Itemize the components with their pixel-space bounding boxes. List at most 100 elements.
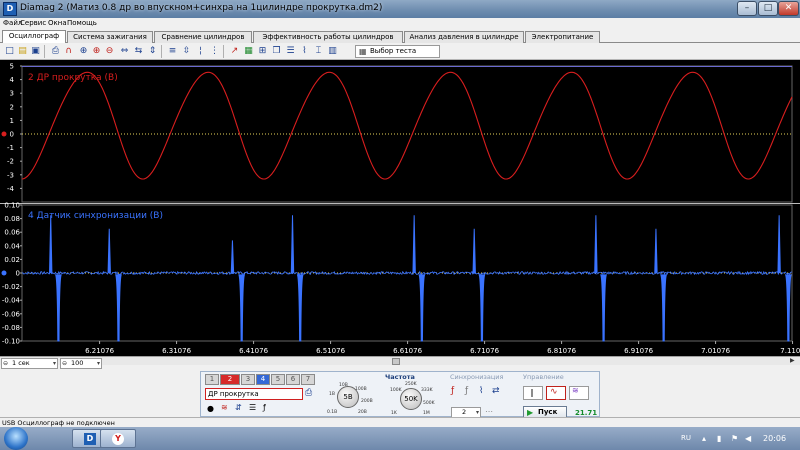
copy-icon[interactable]: ❐ [270, 45, 283, 58]
menu-help[interactable]: Помощь [67, 19, 97, 27]
y-tick-label: 0.04 [4, 242, 20, 250]
tab-pressure-analysis[interactable]: Анализ давления в цилиндре [404, 31, 524, 43]
frame-icon[interactable]: ▦ [242, 45, 255, 58]
flag-icon[interactable]: ⚑ [731, 434, 738, 443]
voltage-tick: 20В [358, 410, 367, 415]
new-file-icon[interactable]: □ [3, 45, 16, 58]
frequency-tick: 1K [391, 411, 397, 416]
grid-icon[interactable]: ⋮ [208, 45, 221, 58]
channel-7-button[interactable]: 7 [301, 374, 315, 385]
zoom-fit-icon[interactable]: ⊕ [77, 45, 90, 58]
channel-control-box: 1 2 3 4 5 6 7 ДР прокрутка ⎙ ● ≋ ⇵ ☰ ƒ 5… [200, 371, 600, 419]
y-tick-label: 4 [10, 76, 15, 84]
x-tick-label: 6.31076 [162, 347, 191, 355]
channel-1-button[interactable]: 1 [205, 374, 219, 385]
sync-edge-fall-icon[interactable]: ƒ [465, 386, 468, 396]
frequency-knob[interactable]: 50K [400, 388, 422, 410]
x-tick-label: 6.81076 [547, 347, 576, 355]
tray-chevron-icon[interactable]: ▴ [702, 434, 706, 443]
sync-channel-icon[interactable]: ⇄ [492, 386, 500, 396]
horizontal-scrollbar[interactable]: ◀ ▶ [0, 356, 800, 365]
y-tick-label: 2 [10, 103, 14, 111]
print-icon[interactable]: ⎙ [49, 45, 62, 58]
measure-icon[interactable]: ⌶ [312, 45, 325, 58]
zoom-in-icon[interactable]: ⊕ [90, 45, 103, 58]
sync-more-icon[interactable]: ⋯ [485, 407, 493, 416]
cursor-icon[interactable]: ⊞ [256, 45, 269, 58]
magnet-icon[interactable]: ∩ [62, 45, 75, 58]
expand-horizontal-icon[interactable]: ⇔ [118, 45, 131, 58]
x-tick-label: 6.71076 [470, 347, 499, 355]
tab-cylinder-efficiency[interactable]: Эффективность работы цилиндров [253, 31, 403, 43]
points-icon: ⊖ [62, 360, 68, 367]
expand-vertical-icon[interactable]: ⇕ [146, 45, 159, 58]
pause-icon: ‖ [530, 388, 534, 397]
scroll-thumb[interactable] [392, 358, 400, 365]
window-title: Diamag 2 (Матиз 0.8 др во впускном+синхр… [20, 3, 383, 13]
zero-marker-2 [1, 270, 7, 276]
language-indicator[interactable]: RU [681, 434, 691, 442]
start-menu-button[interactable] [4, 427, 28, 450]
scroll-right-icon[interactable]: ▶ [790, 357, 798, 365]
trend-icon[interactable]: ↗ [228, 45, 241, 58]
channel-2-button[interactable]: 2 [220, 374, 240, 385]
compress-vertical-icon[interactable]: ⇳ [180, 45, 193, 58]
y-tick-label: 3 [10, 90, 14, 98]
y-tick-label: 0.06 [4, 229, 20, 237]
oscilloscope-display[interactable]: 5 4 3 2 1 0 -1 -2 -3 -4 0.10 0.08 0.06 0.04 0.02 0 -0.02… [0, 60, 800, 356]
invert-icon[interactable]: ≋ [221, 403, 228, 412]
network-icon[interactable]: ▮ [717, 434, 721, 443]
ruler-icon[interactable]: ≡ [166, 45, 179, 58]
yandex-browser-icon: Y [112, 433, 124, 445]
minimize-button[interactable]: – [737, 1, 757, 16]
taskbar: D Y RU ▴ ▮ ⚑ ◀ 20:06 [0, 427, 800, 450]
channel-3-button[interactable]: 3 [241, 374, 255, 385]
channel-name-field[interactable]: ДР прокрутка [205, 388, 303, 400]
filter-icon[interactable]: ⇵ [235, 403, 242, 412]
tab-oscilloscope[interactable]: Осциллограф [2, 30, 66, 44]
probe-icon[interactable]: ● [207, 404, 214, 413]
menu-windows[interactable]: Окна [48, 19, 67, 27]
y-tick-label: -0.08 [2, 324, 20, 332]
sync-mode-icon[interactable]: ⌇ [479, 386, 483, 396]
save-channel-icon[interactable]: ⎙ [305, 388, 312, 398]
clock[interactable]: 20:06 [763, 434, 786, 443]
close-button[interactable]: ✕ [778, 1, 799, 16]
y-tick-label: 0.02 [4, 256, 20, 264]
positive-spike [290, 215, 295, 274]
channel-6-button[interactable]: 6 [286, 374, 300, 385]
marker-icon[interactable]: ¦ [194, 45, 207, 58]
channel-4-button[interactable]: 4 [256, 374, 270, 385]
points-select[interactable]: ⊖ 100 ▾ [60, 358, 102, 369]
save-icon[interactable]: ▣ [29, 45, 42, 58]
taskbar-browser[interactable]: Y [100, 429, 136, 448]
settings-icon[interactable]: ☰ [284, 45, 297, 58]
tab-ignition[interactable]: Система зажигания [67, 31, 153, 43]
open-file-icon[interactable]: ▤ [16, 45, 29, 58]
pause-button[interactable]: ‖ [523, 386, 543, 400]
tab-cylinder-compare[interactable]: Сравнение цилиндров [154, 31, 252, 43]
channel-5-button[interactable]: 5 [271, 374, 285, 385]
list-icon[interactable]: ☰ [249, 403, 256, 412]
oscilloscope-plot[interactable]: 5 4 3 2 1 0 -1 -2 -3 -4 0.10 0.08 0.06 0.04 0.02 0 -0.02… [0, 60, 800, 356]
tab-power[interactable]: Электропитание [525, 31, 600, 43]
volume-icon[interactable]: ◀ [745, 434, 751, 443]
positive-spike [654, 228, 658, 274]
menu-service[interactable]: Сервис [20, 19, 46, 27]
toolbar-separator [223, 45, 224, 58]
y-tick-label: 1 [10, 117, 14, 125]
timebase-icon: ⊖ [3, 360, 9, 367]
channels-icon[interactable]: ▥ [326, 45, 339, 58]
maximize-button[interactable]: □ [758, 1, 778, 16]
zoom-out-icon[interactable]: ⊖ [103, 45, 116, 58]
trace-icon[interactable]: ⌇ [298, 45, 311, 58]
timebase-select[interactable]: ⊖ 1 сек ▾ [1, 358, 58, 369]
function-icon[interactable]: ƒ [263, 403, 266, 412]
compress-horizontal-icon[interactable]: ⇆ [132, 45, 145, 58]
negative-spike [54, 274, 62, 342]
multi-wave-button[interactable]: ≋ [569, 386, 589, 400]
test-select[interactable]: ▦ Выбор теста [355, 45, 440, 58]
single-wave-button[interactable]: ∿ [546, 386, 566, 400]
y-tick-label: -0.04 [2, 297, 21, 305]
sync-edge-rise-icon[interactable]: ƒ [451, 386, 454, 396]
